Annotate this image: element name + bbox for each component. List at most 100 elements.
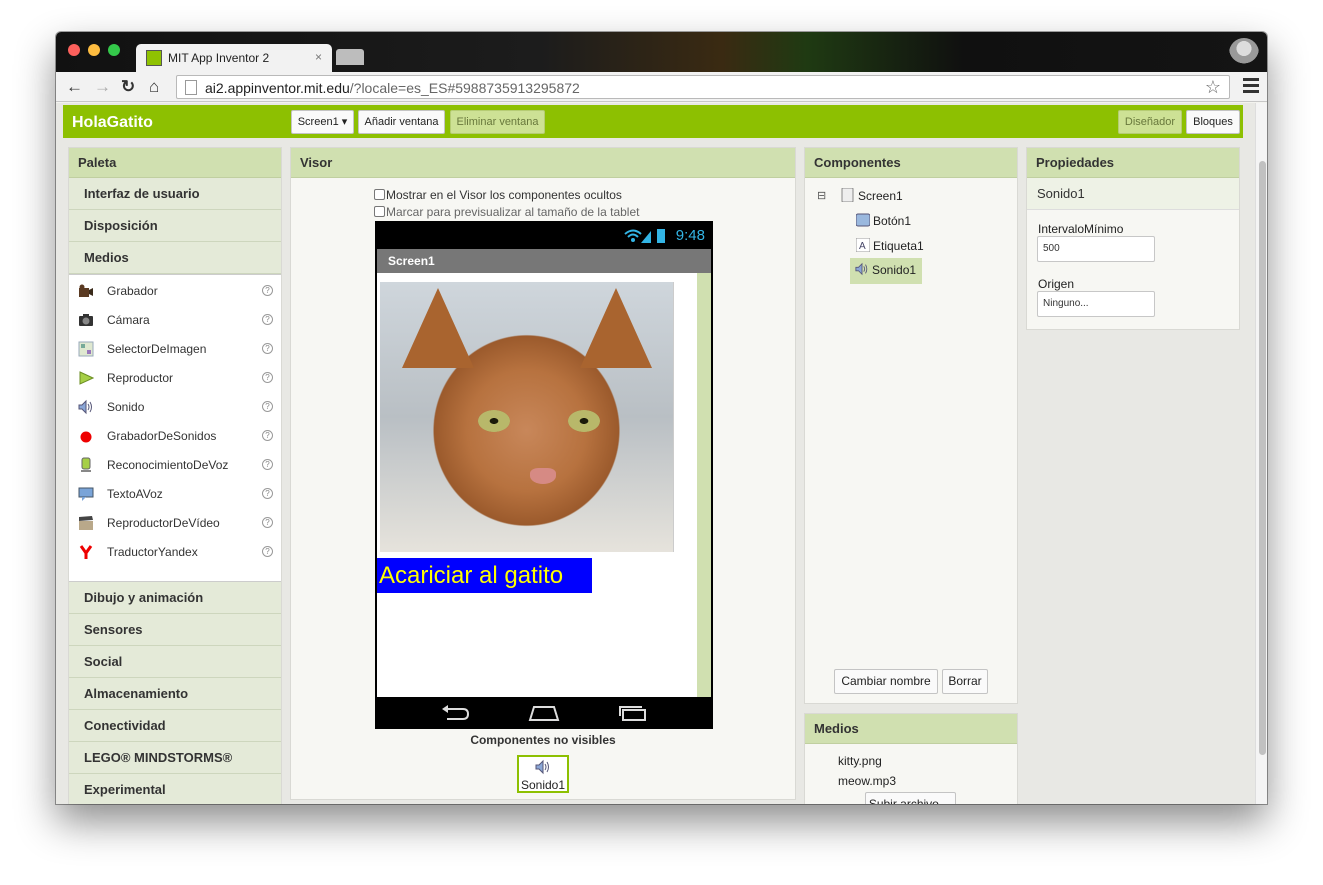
app-inventor-favicon-icon xyxy=(146,50,162,66)
source-label: Origen xyxy=(1038,277,1075,291)
palette-panel: Paleta Interfaz de usuario Disposición M… xyxy=(68,147,282,804)
rename-button[interactable]: Cambiar nombre xyxy=(834,669,938,694)
help-icon[interactable]: ? xyxy=(262,343,273,354)
pet-kitty-button[interactable]: Acariciar al gatito xyxy=(377,558,592,593)
address-bar[interactable]: ai2.appinventor.mit.edu/?locale=es_ES#59… xyxy=(176,75,1230,99)
category-connectivity[interactable]: Conectividad xyxy=(69,710,281,742)
palette-item-traductor-yandex[interactable]: TraductorYandex ? xyxy=(69,538,281,567)
source-picker[interactable]: Ninguno... xyxy=(1037,291,1155,317)
palette-title: Paleta xyxy=(69,148,281,178)
tab-close-icon[interactable]: × xyxy=(315,50,322,64)
zoom-window-button[interactable] xyxy=(108,44,120,56)
tablet-preview-checkbox[interactable] xyxy=(374,206,385,217)
image-picker-icon xyxy=(78,341,94,357)
media-file-meow[interactable]: meow.mp3 xyxy=(838,774,896,788)
screen-select-dropdown[interactable]: Screen1 ▾ xyxy=(291,110,354,134)
show-hidden-label: Mostrar en el Visor los componentes ocul… xyxy=(386,188,622,202)
forward-arrow-icon[interactable]: → xyxy=(94,77,111,97)
close-window-button[interactable] xyxy=(68,44,80,56)
category-lego-mindstorms[interactable]: LEGO® MINDSTORMS® xyxy=(69,742,281,774)
cat-eye-right xyxy=(568,410,600,432)
help-icon[interactable]: ? xyxy=(262,546,273,557)
collapse-toggle-icon[interactable]: ⊟ xyxy=(817,189,826,202)
speaker-icon xyxy=(78,399,92,415)
help-icon[interactable]: ? xyxy=(262,401,273,412)
tree-item-sonido1-selected[interactable]: Sonido1 xyxy=(850,258,922,284)
speech-bubble-icon xyxy=(78,487,94,501)
new-tab-button[interactable] xyxy=(336,49,364,65)
tree-item-screen1[interactable]: Screen1 xyxy=(841,188,903,203)
media-component-list: Grabador ? Cámara ? SelectorDeImagen ? R… xyxy=(69,274,281,582)
help-icon[interactable]: ? xyxy=(262,285,273,296)
category-media[interactable]: Medios xyxy=(69,242,281,274)
chrome-menu-icon[interactable] xyxy=(1243,78,1259,94)
upload-file-button[interactable]: Subir archivo ... xyxy=(865,792,956,804)
kitty-image[interactable] xyxy=(380,282,674,552)
page-icon xyxy=(185,80,197,95)
cat-nose xyxy=(530,468,556,484)
browser-window: MIT App Inventor 2 × ← → ↻ ⌂ ai2.appinve… xyxy=(56,32,1267,804)
palette-item-selector-imagen[interactable]: SelectorDeImagen ? xyxy=(69,335,281,364)
page-scroll-thumb[interactable] xyxy=(1259,161,1266,755)
delete-button[interactable]: Borrar xyxy=(942,669,988,694)
help-icon[interactable]: ? xyxy=(262,372,273,383)
camera-icon xyxy=(79,314,93,326)
viewer-title: Visor xyxy=(291,148,795,178)
tree-item-boton1[interactable]: Botón1 xyxy=(856,213,911,228)
minimize-window-button[interactable] xyxy=(88,44,100,56)
project-toolbar: HolaGatito Screen1 ▾ Añadir ventana Elim… xyxy=(63,105,1243,138)
palette-item-grabador[interactable]: Grabador ? xyxy=(69,277,281,306)
browser-tab[interactable]: MIT App Inventor 2 × xyxy=(136,44,332,72)
screen-scrollbar[interactable] xyxy=(697,273,711,697)
back-arrow-icon[interactable]: ← xyxy=(66,77,83,97)
nonvisible-sonido-item[interactable]: Sonido1 xyxy=(517,755,569,793)
button-icon xyxy=(856,213,870,227)
remove-screen-button[interactable]: Eliminar ventana xyxy=(450,110,545,134)
help-icon[interactable]: ? xyxy=(262,459,273,470)
show-hidden-checkbox[interactable] xyxy=(374,189,385,200)
min-interval-label: IntervaloMínimo xyxy=(1038,222,1124,236)
palette-item-texto-a-voz[interactable]: TextoAVoz ? xyxy=(69,480,281,509)
min-interval-input[interactable]: 500 xyxy=(1037,236,1155,262)
palette-item-sonido[interactable]: Sonido ? xyxy=(69,393,281,422)
category-drawing-animation[interactable]: Dibujo y animación xyxy=(69,582,281,614)
phone-preview: 9:48 Screen1 Acariciar al gatito xyxy=(375,221,713,729)
back-nav-icon[interactable] xyxy=(441,705,469,721)
blocks-button[interactable]: Bloques xyxy=(1186,110,1240,134)
category-storage[interactable]: Almacenamiento xyxy=(69,678,281,710)
palette-item-reproductor-video[interactable]: ReproductorDeVídeo ? xyxy=(69,509,281,538)
record-icon xyxy=(80,431,92,443)
tablet-preview-row[interactable]: Marcar para previsualizar al tamaño de l… xyxy=(374,205,639,219)
page-scrollbar[interactable] xyxy=(1255,103,1267,804)
category-social[interactable]: Social xyxy=(69,646,281,678)
media-file-kitty[interactable]: kitty.png xyxy=(838,754,882,768)
palette-item-grabador-sonidos[interactable]: GrabadorDeSonidos ? xyxy=(69,422,281,451)
tree-item-etiqueta1[interactable]: A Etiqueta1 xyxy=(856,238,924,253)
url-host: ai2.appinventor.mit.edu xyxy=(205,80,350,96)
palette-item-reproductor[interactable]: Reproductor ? xyxy=(69,364,281,393)
play-icon xyxy=(79,371,94,385)
help-icon[interactable]: ? xyxy=(262,517,273,528)
help-icon[interactable]: ? xyxy=(262,314,273,325)
category-sensors[interactable]: Sensores xyxy=(69,614,281,646)
clapperboard-icon xyxy=(79,516,93,530)
category-user-interface[interactable]: Interfaz de usuario xyxy=(69,178,281,210)
bookmark-star-icon[interactable]: ☆ xyxy=(1205,77,1221,98)
reload-icon[interactable]: ↻ xyxy=(121,77,135,97)
tab-title: MIT App Inventor 2 xyxy=(168,51,270,65)
properties-component-name: Sonido1 xyxy=(1027,178,1239,210)
palette-item-label: Grabador xyxy=(107,284,158,298)
cat-ear-left xyxy=(402,288,474,368)
recents-nav-icon[interactable] xyxy=(619,705,647,721)
help-icon[interactable]: ? xyxy=(262,430,273,441)
category-experimental[interactable]: Experimental xyxy=(69,774,281,804)
home-icon[interactable]: ⌂ xyxy=(149,77,159,97)
palette-item-camara[interactable]: Cámara ? xyxy=(69,306,281,335)
show-hidden-row[interactable]: Mostrar en el Visor los componentes ocul… xyxy=(374,188,622,202)
help-icon[interactable]: ? xyxy=(262,488,273,499)
home-nav-icon[interactable] xyxy=(528,705,560,721)
add-screen-button[interactable]: Añadir ventana xyxy=(358,110,445,134)
category-layout[interactable]: Disposición xyxy=(69,210,281,242)
designer-button[interactable]: Diseñador xyxy=(1118,110,1182,134)
palette-item-reconocimiento-voz[interactable]: ReconocimientoDeVoz ? xyxy=(69,451,281,480)
